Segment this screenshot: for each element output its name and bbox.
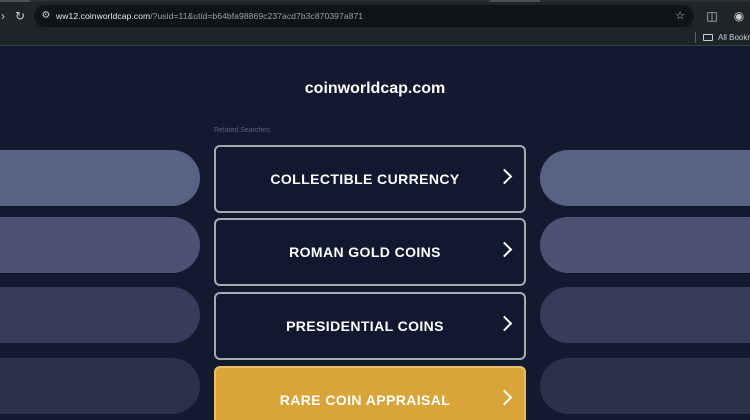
search-result-button[interactable]: COLLECTIBLE CURRENCY [214, 145, 526, 213]
site-title: coinworldcap.com [304, 80, 446, 97]
folder-icon [703, 34, 713, 41]
bookmarks-divider [695, 32, 696, 43]
url-host: ww12.coinworldcap.com [56, 11, 151, 21]
url-path: /?usid=11&utid=b64bfa98869c237acd7b3c870… [150, 11, 364, 21]
right-side-pill [540, 358, 750, 414]
all-bookmarks-button[interactable]: All Bookm [703, 31, 750, 44]
search-result-label: ROMAN GOLD COINS [289, 244, 441, 260]
right-side-pill [540, 287, 750, 343]
address-bar[interactable]: ⚙ ww12.coinworldcap.com/?usid=11&utid=b6… [34, 5, 694, 27]
right-side-pill [540, 217, 750, 273]
left-side-pill [0, 217, 200, 273]
bookmark-star-icon[interactable]: ☆ [672, 8, 688, 24]
search-result-label: PRESIDENTIAL COINS [286, 318, 444, 334]
profile-icon[interactable]: ◉ [730, 7, 748, 25]
left-side-pill [0, 150, 200, 206]
all-bookmarks-label: All Bookm [718, 33, 750, 42]
bookmarks-bar: All Bookm [0, 29, 750, 46]
right-side-pill [540, 150, 750, 206]
search-result-label: COLLECTIBLE CURRENCY [270, 171, 460, 187]
page-content: coinworldcap.com Related Searches: COLLE… [0, 47, 750, 420]
search-result-label: RARE COIN APPRAISAL [279, 392, 451, 408]
left-side-pill [0, 287, 200, 343]
site-info-icon[interactable]: ⚙ [38, 8, 54, 24]
reload-icon[interactable]: ↻ [11, 7, 29, 25]
sidebar-icon[interactable]: ◫ [703, 7, 721, 25]
related-searches-label: Related Searches: [214, 127, 272, 134]
browser-toolbar: › ↻ ⚙ ww12.coinworldcap.com/?usid=11&uti… [0, 2, 750, 29]
left-side-pill [0, 358, 200, 414]
search-result-button-featured[interactable]: RARE COIN APPRAISAL [214, 366, 526, 420]
search-result-button[interactable]: ROMAN GOLD COINS [214, 218, 526, 286]
search-result-button[interactable]: PRESIDENTIAL COINS [214, 292, 526, 360]
url-text[interactable]: ww12.coinworldcap.com/?usid=11&utid=b64b… [56, 5, 363, 27]
